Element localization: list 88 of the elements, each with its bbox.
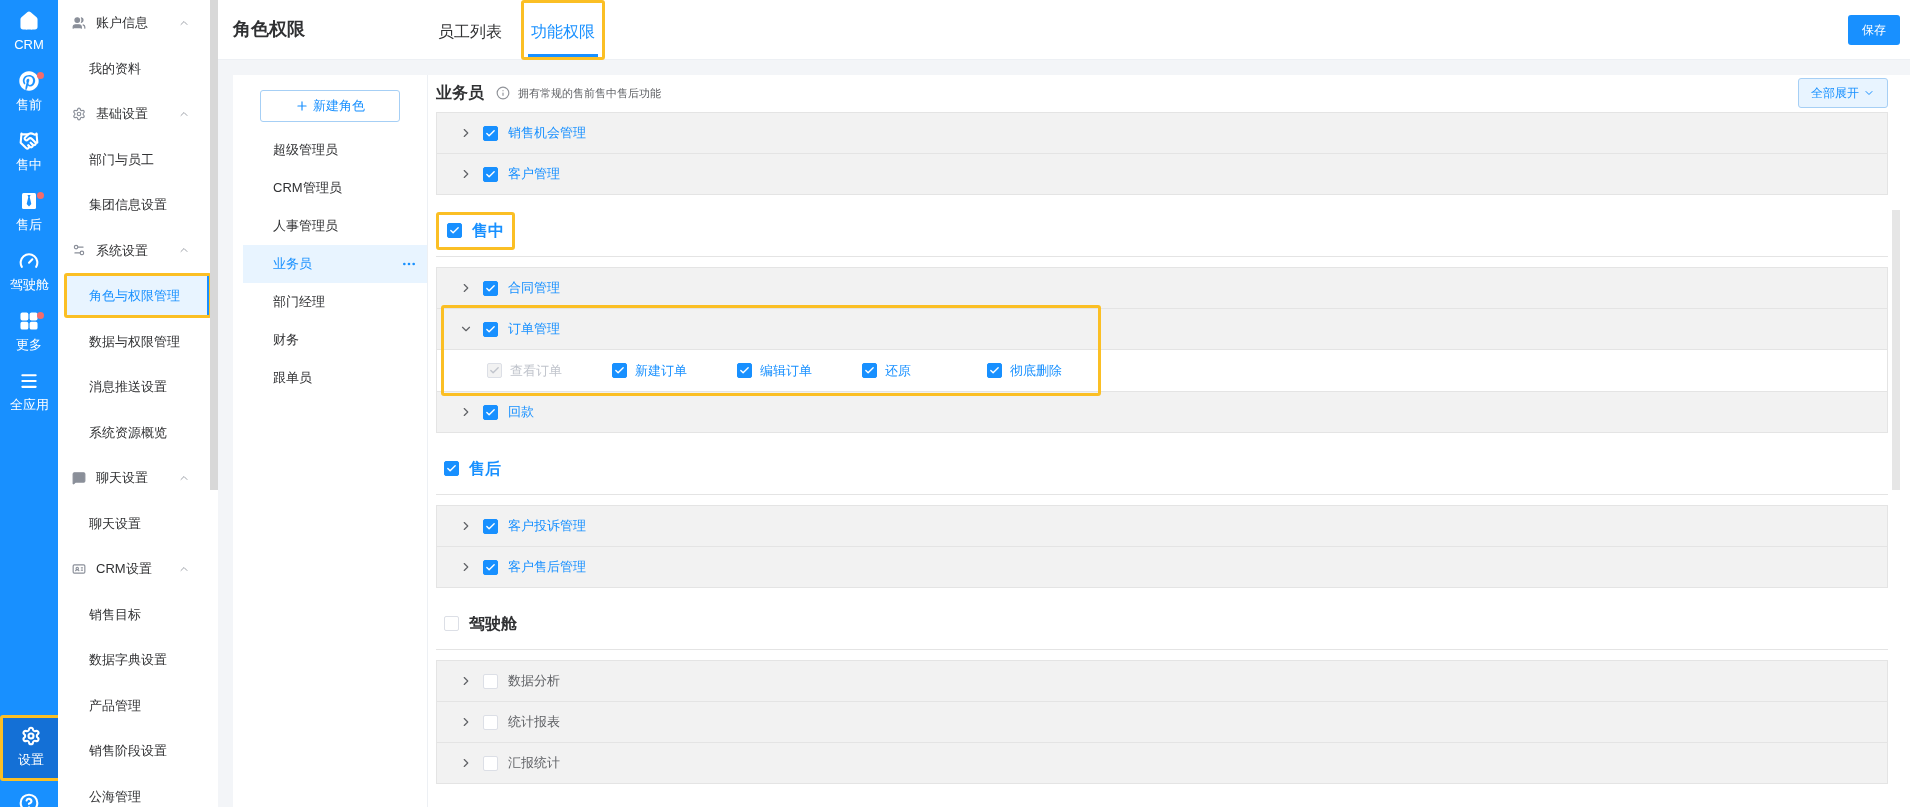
menu-group-header[interactable]: 账户信息 (58, 0, 218, 46)
check-icon (864, 365, 875, 376)
role-item[interactable]: 部门经理 (243, 283, 427, 321)
menu-item[interactable]: 消息推送设置 (67, 367, 209, 407)
help-icon[interactable] (19, 793, 39, 807)
scrollbar-thumb[interactable] (1892, 210, 1900, 490)
role-description: 拥有常规的售前售中售后功能 (518, 85, 661, 101)
checkbox[interactable] (447, 223, 462, 238)
id-card-icon (72, 561, 86, 576)
pin-logo-icon (19, 71, 39, 92)
permission-label: 汇报统计 (508, 754, 560, 773)
permission-label: 销售机会管理 (508, 124, 586, 143)
menu-item[interactable]: 聊天设置 (67, 503, 209, 543)
menu-item[interactable]: 销售阶段设置 (67, 731, 209, 771)
checkbox[interactable] (444, 461, 459, 476)
permission-label: 客户投诉管理 (508, 517, 586, 536)
check-icon (449, 225, 460, 236)
checkbox[interactable] (483, 321, 498, 337)
permission-label: 还原 (885, 361, 911, 380)
role-item[interactable]: 跟单员 (243, 359, 427, 397)
menu-item[interactable]: 数据字典设置 (67, 640, 209, 680)
chat-icon (72, 470, 86, 485)
menu-item[interactable]: 公海管理 (67, 776, 209, 807)
menu-item[interactable]: 产品管理 (67, 685, 209, 725)
plus-icon (295, 99, 309, 113)
role-item[interactable]: CRM管理员 (243, 169, 427, 207)
page-title: 角色权限 (233, 18, 306, 41)
permission-label: 订单管理 (508, 320, 560, 339)
checkbox[interactable] (483, 518, 498, 534)
group-title: 驾驶舱 (469, 613, 517, 634)
check-icon (446, 463, 457, 474)
users-icon (72, 15, 86, 30)
checkbox[interactable] (987, 363, 1002, 378)
check-icon (485, 168, 496, 180)
checkbox[interactable] (483, 166, 498, 182)
handshake-icon (19, 131, 39, 152)
check-icon (739, 365, 750, 376)
check-icon (489, 365, 500, 376)
menu-group-header[interactable]: 聊天设置 (58, 455, 218, 501)
checkbox[interactable] (737, 363, 752, 378)
check-icon (485, 406, 496, 418)
role-title: 业务员 (436, 83, 484, 103)
permission-label: 彻底删除 (1010, 361, 1062, 380)
scrollbar-thumb[interactable] (210, 0, 218, 490)
home-icon (19, 11, 39, 32)
permission-label: 编辑订单 (760, 361, 812, 380)
role-item[interactable]: 人事管理员 (243, 207, 427, 245)
info-icon (496, 86, 510, 100)
rail-item[interactable]: 设置 (3, 718, 59, 778)
settings-icon (72, 106, 86, 121)
checkbox[interactable] (483, 125, 498, 141)
menu-item[interactable]: 部门与员工 (67, 139, 209, 179)
checkbox[interactable] (483, 559, 498, 575)
menu-item[interactable]: 数据与权限管理 (67, 321, 209, 361)
permission-label: 查看订单 (510, 361, 562, 380)
checkbox[interactable] (862, 363, 877, 378)
check-icon (614, 365, 625, 376)
check-icon (485, 127, 496, 139)
check-icon (989, 365, 1000, 376)
menu-group-header[interactable]: 系统设置 (58, 227, 218, 273)
permission-label: 新建订单 (635, 361, 687, 380)
role-item[interactable]: 超级管理员 (243, 131, 427, 169)
permission-label: 统计报表 (508, 713, 560, 732)
tab[interactable]: 员工列表 (435, 9, 505, 57)
menu-item[interactable]: 系统资源概览 (67, 412, 209, 452)
menu-item[interactable]: 销售目标 (67, 594, 209, 634)
group-title: 售后 (469, 458, 501, 479)
check-icon (485, 282, 496, 294)
group-title: 售中 (472, 220, 504, 241)
checkbox[interactable] (483, 404, 498, 420)
grid-icon (19, 311, 39, 332)
role-item[interactable]: 财务 (243, 321, 427, 359)
checkbox[interactable] (612, 363, 627, 378)
tie-icon (19, 191, 39, 212)
settings-icon (21, 726, 41, 747)
permission-label: 客户管理 (508, 165, 560, 184)
permission-label: 回款 (508, 403, 534, 422)
menu-group-header[interactable]: 基础设置 (58, 91, 218, 137)
menu-item[interactable]: 我的资料 (67, 48, 209, 88)
checkbox[interactable] (483, 280, 498, 296)
permission-label: 数据分析 (508, 672, 560, 691)
check-icon (485, 323, 496, 335)
permission-label: 客户售后管理 (508, 558, 586, 577)
permission-label: 合同管理 (508, 279, 560, 298)
check-icon (485, 520, 496, 532)
check-icon (485, 561, 496, 573)
menu-group-header[interactable]: CRM设置 (58, 546, 218, 592)
menu-item[interactable]: 集团信息设置 (67, 185, 209, 225)
